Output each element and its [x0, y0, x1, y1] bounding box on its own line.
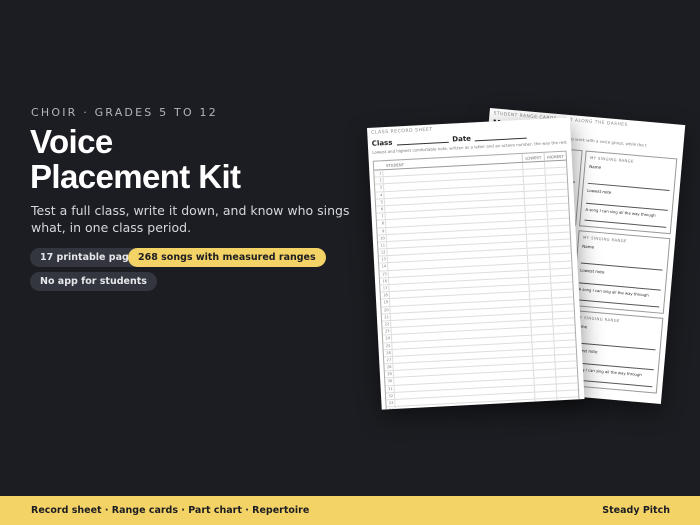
highest-cell	[552, 318, 575, 326]
column-lowest: LOWEST	[521, 152, 544, 162]
date-label: Date	[452, 134, 472, 144]
lowest-cell	[531, 341, 554, 349]
lowest-cell	[525, 226, 548, 234]
lowest-cell	[528, 276, 551, 284]
highest-cell	[549, 261, 572, 269]
highest-cell	[553, 347, 577, 355]
lowest-cell	[523, 190, 546, 198]
lowest-cell	[523, 183, 546, 191]
lowest-cell	[532, 355, 555, 363]
chip-no-app: No app for students	[30, 272, 157, 291]
highest-cell	[556, 404, 580, 410]
lowest-cell	[534, 391, 557, 399]
lowest-cell	[531, 348, 555, 356]
highest-cell	[554, 354, 577, 362]
chip-songs-ranges: 268 songs with measured ranges	[128, 248, 326, 267]
range-card: MY SINGING RANGENameLowest noteA song I …	[579, 150, 678, 235]
lowest-cell	[522, 176, 546, 184]
highest-cell	[555, 375, 578, 384]
lowest-cell	[522, 161, 545, 170]
highest-cell	[553, 332, 576, 341]
footer-brand: Steady Pitch	[602, 505, 670, 516]
highest-cell	[544, 174, 568, 183]
highest-cell	[545, 189, 568, 197]
highest-cell	[551, 311, 575, 319]
lowest-cell	[530, 319, 553, 328]
lowest-cell	[531, 334, 554, 342]
record-sheet-document: CLASS RECORD SHEET Class Date Lowest and…	[367, 117, 585, 410]
lowest-cell	[529, 305, 552, 313]
subtitle: Test a full class, write it down, and kn…	[31, 203, 350, 235]
record-grid-rows: 1 2 3 4 5 6 7 8 9 10 11 12 13 14 15 16 17 18 19 20 21 22 23 24 2…	[374, 160, 580, 410]
highest-cell	[548, 253, 572, 262]
highest-cell	[545, 182, 568, 190]
highest-cell	[553, 340, 576, 348]
highest-cell	[548, 246, 571, 255]
highest-cell	[554, 361, 577, 369]
record-grid: STUDENT LOWEST HIGHEST 1 2 3 4 5 6 7 8 9 10 11 12 13…	[372, 150, 581, 410]
lowest-cell	[525, 233, 549, 241]
lowest-cell	[528, 283, 551, 292]
eyebrow: CHOIR · GRADES 5 TO 12	[31, 106, 218, 119]
highest-cell	[548, 239, 571, 247]
lowest-cell	[534, 398, 557, 406]
class-label: Class	[371, 138, 393, 148]
highest-cell	[551, 304, 574, 312]
lowest-cell	[532, 362, 555, 371]
range-card: MY SINGING RANGENameLowest noteA song I …	[572, 230, 671, 314]
card-song-line	[584, 219, 667, 228]
title-line-2: Placement Kit	[30, 158, 241, 195]
highest-cell	[547, 232, 571, 240]
highest-cell	[546, 203, 569, 212]
lowest-cell	[526, 240, 549, 249]
lowest-cell	[526, 247, 549, 256]
highest-cell	[549, 268, 572, 276]
highest-cell	[547, 218, 570, 226]
highest-cell	[547, 225, 570, 233]
highest-cell	[556, 397, 579, 405]
card-song-line	[577, 299, 660, 308]
highest-cell	[551, 297, 574, 305]
highest-cell	[545, 196, 569, 204]
highest-cell	[552, 325, 575, 334]
highest-cell	[556, 390, 579, 398]
lowest-cell	[528, 290, 552, 299]
highest-cell	[550, 282, 573, 290]
lowest-cell	[529, 312, 553, 320]
highest-cell	[554, 368, 578, 377]
lowest-cell	[524, 212, 547, 220]
lowest-cell	[527, 262, 550, 270]
lowest-cell	[530, 326, 553, 335]
lowest-cell	[522, 168, 545, 177]
lowest-cell	[532, 369, 556, 378]
lowest-cell	[529, 298, 552, 306]
highest-cell	[544, 160, 567, 168]
lowest-cell	[534, 405, 558, 410]
lowest-cell	[533, 384, 556, 392]
highest-cell	[550, 289, 574, 298]
lowest-cell	[533, 377, 556, 385]
highest-cell	[544, 167, 567, 176]
column-highest: HIGHEST	[543, 151, 566, 161]
lowest-cell	[526, 255, 550, 263]
highest-cell	[546, 210, 569, 219]
footer-bar: Record sheet · Range cards · Part chart …	[0, 496, 700, 525]
highest-cell	[550, 275, 573, 283]
lowest-cell	[527, 269, 550, 277]
highest-cell	[555, 383, 578, 391]
lowest-cell	[525, 219, 548, 227]
footer-items: Record sheet · Range cards · Part chart …	[31, 505, 310, 516]
page-title: Voice Placement Kit	[30, 123, 241, 195]
lowest-cell	[523, 197, 547, 206]
lowest-cell	[524, 204, 547, 213]
title-line-1: Voice	[30, 123, 113, 160]
